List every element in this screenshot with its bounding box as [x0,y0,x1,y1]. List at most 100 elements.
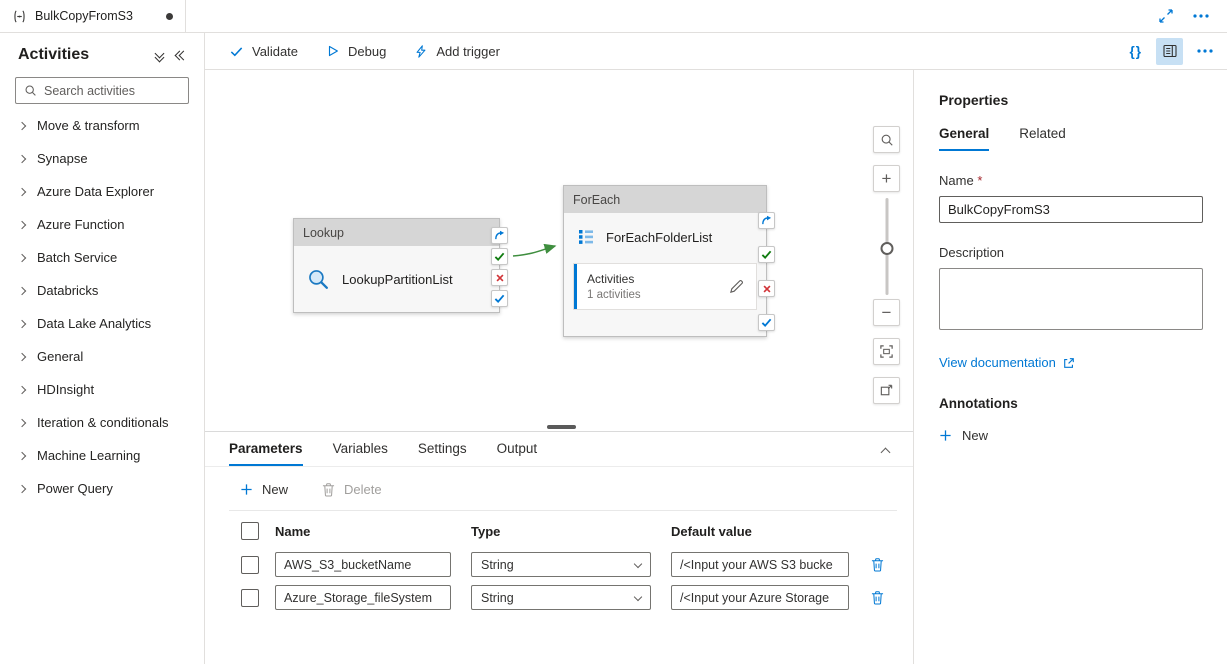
parameter-name-input[interactable] [275,585,451,610]
foreach-activity-node[interactable]: ForEach [563,185,767,337]
name-label-text: Name [939,173,974,188]
unsaved-indicator [166,13,173,20]
chevron-right-icon [18,319,26,327]
search-activities-input[interactable] [44,84,180,98]
zoom-to-selection-button[interactable] [873,126,900,153]
canvas-horizontal-scrollbar[interactable] [547,425,576,429]
activities-search [15,77,189,104]
skipped-port[interactable] [491,290,508,307]
config-tabs: Parameters Variables Settings Output [205,432,913,467]
chevron-down-icon [634,592,642,600]
sidebar-item-data-lake-analytics[interactable]: Data Lake Analytics [0,307,204,340]
tab-related[interactable]: Related [1019,126,1066,151]
lookup-activity-node[interactable]: Lookup LookupPartitionList [293,218,500,313]
toolbar-more-options-icon[interactable] [1197,49,1213,53]
success-port[interactable] [491,248,508,265]
edit-activities-button[interactable] [729,279,744,294]
collapse-all-categories-icon[interactable] [156,50,163,61]
delete-parameter-button[interactable]: Delete [322,482,382,497]
expand-icon[interactable] [1159,9,1173,23]
completion-arrow-icon [494,230,505,241]
new-parameter-button[interactable]: New [240,482,288,497]
canvas-and-properties: Lookup LookupPartitionList [205,70,1227,664]
collapse-config-panel-button[interactable] [882,444,889,459]
sidebar-item-databricks[interactable]: Databricks [0,274,204,307]
chevron-down-icon [634,559,642,567]
chevron-right-icon [18,451,26,459]
row-checkbox[interactable] [241,556,259,574]
tab-parameters[interactable]: Parameters [229,432,303,466]
success-port[interactable] [758,246,775,263]
new-annotation-button[interactable]: New [939,428,1203,443]
parameter-type-select[interactable]: String [471,585,651,610]
sidebar-item-batch-service[interactable]: Batch Service [0,241,204,274]
zoom-out-button[interactable]: − [873,299,900,326]
parameter-name-input[interactable] [275,552,451,577]
lightning-icon [414,44,428,59]
zoom-slider-handle[interactable] [880,242,893,255]
new-parameter-label: New [262,482,288,497]
parameter-default-value-input[interactable] [671,552,849,577]
chevron-right-icon [18,385,26,393]
sidebar-item-power-query[interactable]: Power Query [0,472,204,505]
select-all-checkbox[interactable] [241,522,259,540]
failure-x-icon [762,284,772,294]
category-label: General [37,349,83,364]
reset-zoom-button[interactable] [873,377,900,404]
category-label: Batch Service [37,250,117,265]
zoom-in-button[interactable]: + [873,165,900,192]
pipeline-tab[interactable]: BulkCopyFromS3 [0,0,186,32]
tab-output[interactable]: Output [497,432,538,466]
pipeline-canvas[interactable]: Lookup LookupPartitionList [205,70,913,431]
category-label: Power Query [37,481,113,496]
validate-button[interactable]: Validate [229,44,298,59]
sidebar-item-general[interactable]: General [0,340,204,373]
sidebar-item-synapse[interactable]: Synapse [0,142,204,175]
skipped-check-icon [494,293,505,304]
delete-row-button[interactable] [871,590,901,605]
code-view-button[interactable]: {} [1129,44,1142,59]
skipped-port[interactable] [758,314,775,331]
reset-zoom-icon [879,383,894,398]
parameter-default-value-input[interactable] [671,585,849,610]
toolbar-right-actions: {} [1129,38,1213,65]
delete-row-button[interactable] [871,557,901,572]
failure-port[interactable] [758,280,775,297]
completion-port[interactable] [491,227,508,244]
failure-port[interactable] [491,269,508,286]
delete-parameter-label: Delete [344,482,382,497]
zoom-to-fit-button[interactable] [873,338,900,365]
category-label: Data Lake Analytics [37,316,151,331]
collapse-sidebar-icon[interactable] [176,52,187,59]
chevron-right-icon [18,286,26,294]
sidebar-item-move-and-transform[interactable]: Move & transform [0,109,204,142]
sidebar-item-iteration-and-conditionals[interactable]: Iteration & conditionals [0,406,204,439]
tab-general[interactable]: General [939,126,989,151]
sidebar-item-azure-data-explorer[interactable]: Azure Data Explorer [0,175,204,208]
trash-icon [871,590,884,605]
activities-accent-bar [574,264,577,309]
pipeline-name-input[interactable] [939,196,1203,223]
view-documentation-link[interactable]: View documentation [939,355,1075,370]
completion-port[interactable] [758,212,775,229]
parameter-type-select[interactable]: String [471,552,651,577]
add-trigger-button[interactable]: Add trigger [414,44,500,59]
properties-pane-toggle[interactable] [1156,38,1183,65]
sidebar-item-azure-function[interactable]: Azure Function [0,208,204,241]
success-check-icon [761,249,772,260]
row-checkbox[interactable] [241,589,259,607]
zoom-controls: + − [873,126,900,404]
zoom-slider[interactable] [873,198,900,295]
sidebar-item-hdinsight[interactable]: HDInsight [0,373,204,406]
debug-button[interactable]: Debug [326,44,386,59]
tab-variables[interactable]: Variables [333,432,388,466]
more-options-icon[interactable] [1193,14,1209,18]
pipeline-config-panel: Parameters Variables Settings Output [205,431,913,664]
sidebar-item-machine-learning[interactable]: Machine Learning [0,439,204,472]
description-textarea[interactable] [939,268,1203,330]
category-label: Iteration & conditionals [37,415,169,430]
properties-pane-icon [1162,43,1178,59]
tab-settings[interactable]: Settings [418,432,467,466]
foreach-activities-container[interactable]: Activities 1 activities [573,263,757,310]
success-connector [513,246,555,256]
